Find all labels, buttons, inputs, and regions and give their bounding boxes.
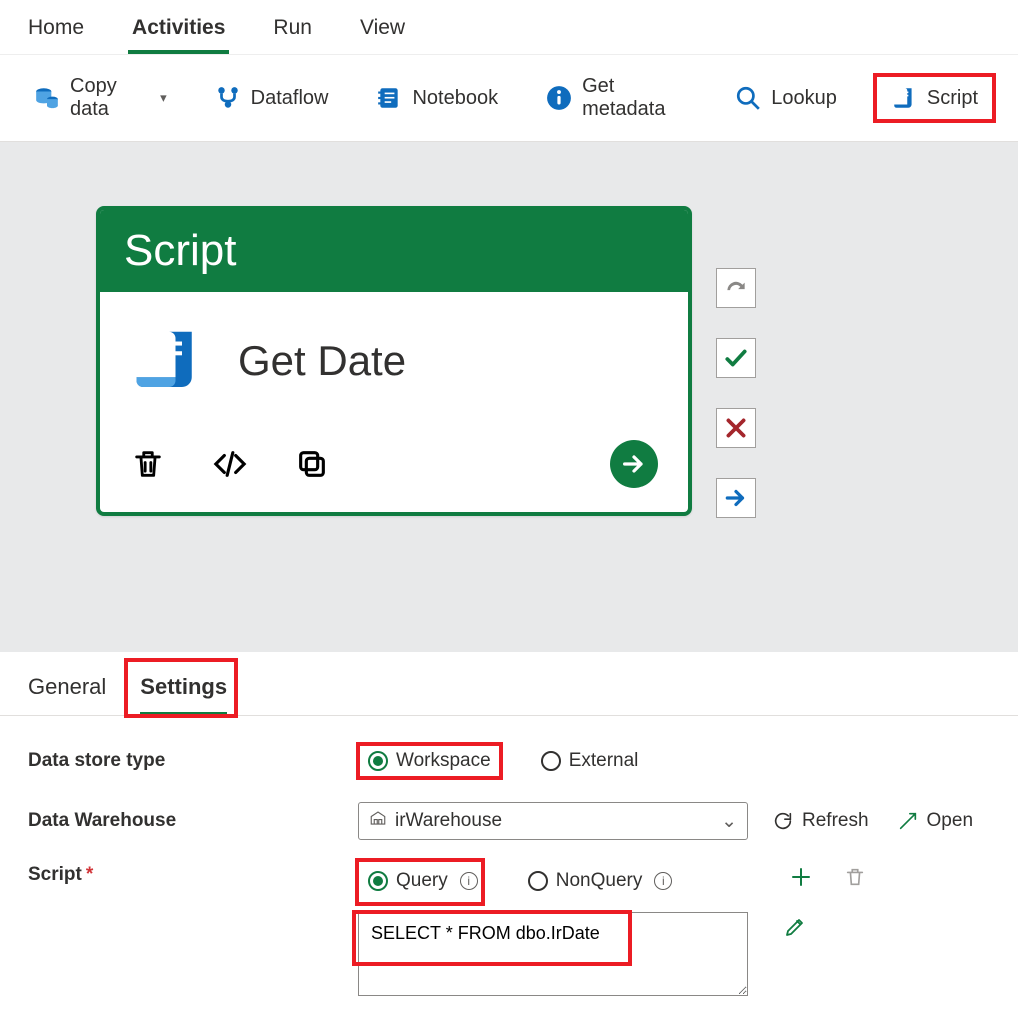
add-script-button[interactable] [788,864,814,890]
script-activity-card[interactable]: Script Get Date [96,206,692,516]
dataflow-icon [215,85,241,111]
copy-data-icon [34,85,60,111]
script-label: Script [927,87,978,110]
tab-view[interactable]: View [356,10,409,54]
search-icon [735,85,761,111]
script-label: Script* [28,864,358,886]
query-radio-label: Query [396,870,448,892]
data-warehouse-label: Data Warehouse [28,810,358,832]
top-tab-bar: Home Activities Run View [0,0,1018,55]
warehouse-icon [369,809,387,833]
properties-tab-bar: General Settings [0,652,1018,716]
lookup-button[interactable]: Lookup [725,79,847,117]
notebook-label: Notebook [412,87,498,110]
info-icon[interactable]: i [654,872,672,890]
script-text-input[interactable] [358,912,748,996]
data-warehouse-value: irWarehouse [395,810,502,832]
delete-button[interactable] [130,446,166,482]
open-label: Open [927,810,973,832]
activities-toolbar: Copy data ▾ Dataflow Notebook Get metada… [0,55,1018,142]
chevron-down-icon: ▾ [160,90,167,106]
nonquery-radio-label: NonQuery [556,870,643,892]
query-radio[interactable]: Query i [358,864,488,898]
edit-script-button[interactable] [782,914,808,940]
workspace-radio-label: Workspace [396,750,491,772]
on-success-handle[interactable] [716,338,756,378]
refresh-button[interactable]: Refresh [772,810,869,832]
activity-type-header: Script [100,210,688,292]
settings-form: Data store type Workspace External Data … [0,716,1018,1036]
lookup-label: Lookup [771,87,837,110]
script-button[interactable]: Script [875,75,994,121]
activity-title: Get Date [238,337,406,385]
refresh-label: Refresh [802,810,869,832]
nonquery-radio[interactable]: NonQuery i [518,864,683,898]
copy-button[interactable] [294,446,330,482]
pipeline-canvas[interactable]: Script Get Date [0,142,1018,652]
workspace-radio[interactable]: Workspace [358,744,501,778]
tab-run[interactable]: Run [269,10,316,54]
activity-output-handles [716,268,756,518]
notebook-icon [376,85,402,111]
info-icon [546,85,572,111]
tab-home[interactable]: Home [24,10,88,54]
on-completion-handle[interactable] [716,478,756,518]
external-radio-label: External [569,750,639,772]
dataflow-button[interactable]: Dataflow [205,79,339,117]
on-skip-handle[interactable] [716,268,756,308]
script-icon [891,85,917,111]
open-button[interactable]: Open [897,810,973,832]
external-radio[interactable]: External [531,744,649,778]
notebook-button[interactable]: Notebook [366,79,508,117]
run-arrow-button[interactable] [610,440,658,488]
data-warehouse-select[interactable]: irWarehouse ⌄ [358,802,748,840]
delete-script-button[interactable] [842,864,868,890]
dataflow-label: Dataflow [251,87,329,110]
chevron-down-icon: ⌄ [721,810,737,833]
tab-general[interactable]: General [28,674,106,715]
copy-data-button[interactable]: Copy data ▾ [24,69,177,127]
copy-data-label: Copy data [70,75,146,121]
on-fail-handle[interactable] [716,408,756,448]
tab-settings[interactable]: Settings [140,674,227,715]
script-icon [130,322,208,400]
get-metadata-label: Get metadata [582,75,687,121]
code-button[interactable] [210,446,250,482]
data-store-type-label: Data store type [28,750,358,772]
tab-activities[interactable]: Activities [128,10,229,54]
info-icon[interactable]: i [460,872,478,890]
get-metadata-button[interactable]: Get metadata [536,69,697,127]
